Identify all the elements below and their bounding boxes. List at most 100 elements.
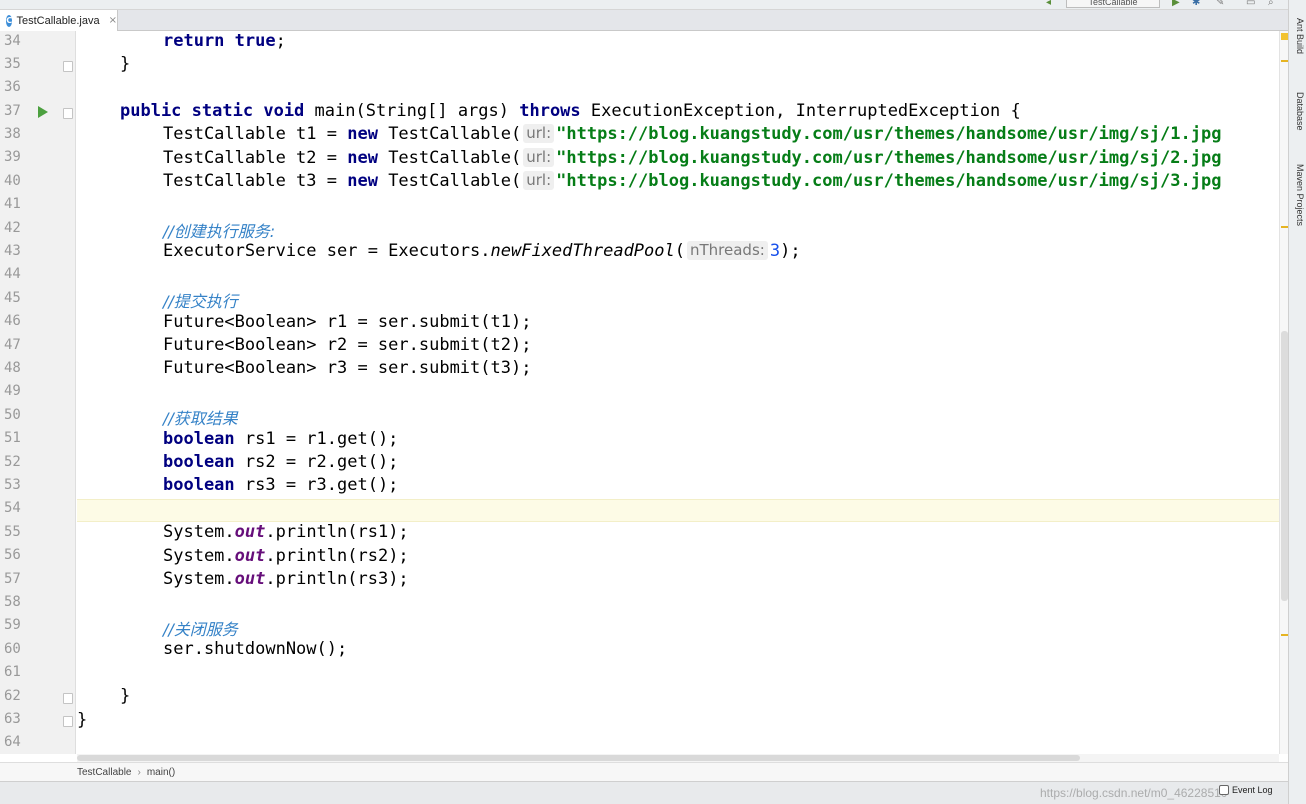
scrollbar-thumb[interactable] — [1281, 331, 1288, 601]
fold-end-icon[interactable] — [63, 693, 73, 704]
code-line-59: //关闭服务 — [163, 620, 238, 639]
code-line-63: } — [77, 710, 88, 730]
warning-marker[interactable] — [1281, 60, 1288, 62]
tool-tab-maven-projects[interactable]: Maven Projects — [1291, 164, 1305, 226]
event-log-icon — [1219, 785, 1229, 795]
tool-tab-ant-build[interactable]: Ant Build — [1291, 18, 1305, 54]
status-bar: https://blog.csdn.net/m0_46228510 Event … — [0, 781, 1288, 804]
code-line-55: System.out.println(rs1); — [163, 522, 409, 542]
run-gutter-icon[interactable] — [38, 106, 48, 118]
build-icon[interactable]: ◂ — [1046, 0, 1051, 8]
line-number: 35 — [4, 56, 21, 72]
code-line-46: Future<Boolean> r1 = ser.submit(t1); — [163, 312, 532, 332]
code-line-34: return true; — [163, 31, 286, 51]
search-icon[interactable]: ⌕ — [1268, 0, 1274, 8]
line-number: 56 — [4, 547, 21, 563]
vertical-scrollbar[interactable] — [1279, 31, 1288, 754]
line-number: 42 — [4, 220, 21, 236]
line-number: 54 — [4, 500, 21, 516]
code-line-50: //获取结果 — [163, 409, 238, 428]
parameter-hint: url: — [523, 124, 555, 143]
parameter-hint: nThreads: — [687, 241, 768, 260]
breadcrumb-item-class[interactable]: TestCallable — [77, 767, 131, 778]
line-number: 34 — [4, 33, 21, 49]
line-number: 45 — [4, 290, 21, 306]
line-number: 57 — [4, 571, 21, 587]
tab-label: TestCallable.java — [16, 14, 100, 27]
warning-status-icon[interactable] — [1281, 33, 1288, 40]
scrollbar-thumb[interactable] — [77, 755, 1080, 761]
line-number: 53 — [4, 477, 21, 493]
line-number: 55 — [4, 524, 21, 540]
code-line-53: boolean rs3 = r3.get(); — [163, 475, 399, 495]
chevron-right-icon: › — [137, 766, 141, 778]
line-number: 44 — [4, 266, 21, 282]
breadcrumb-item-method[interactable]: main() — [147, 767, 175, 778]
code-line-47: Future<Boolean> r2 = ser.submit(t2); — [163, 335, 532, 355]
code-line-43: ExecutorService ser = Executors.newFixed… — [163, 241, 801, 261]
tool-tab-database[interactable]: Database — [1291, 92, 1305, 131]
line-number: 41 — [4, 196, 21, 212]
line-number: 39 — [4, 149, 21, 165]
breadcrumb: TestCallable › main() — [0, 762, 1288, 781]
code-line-48: Future<Boolean> r3 = ser.submit(t3); — [163, 358, 532, 378]
tab-testcallable-java[interactable]: C TestCallable.java × — [0, 10, 118, 31]
top-toolbar: ◂ TestCallable ▶ ✱ ✎ ▭ ⌕ — [0, 0, 1306, 10]
line-number: 37 — [4, 103, 21, 119]
code-line-38: TestCallable t1 = new TestCallable(url: "… — [163, 124, 1222, 144]
code-editor[interactable]: return true; } public static void main(S… — [77, 31, 1279, 754]
line-number: 47 — [4, 337, 21, 353]
line-number: 58 — [4, 594, 21, 610]
line-number: 38 — [4, 126, 21, 142]
code-line-35: } — [120, 54, 131, 74]
run-config-selector[interactable]: TestCallable — [1066, 0, 1160, 8]
code-line-39: TestCallable t2 = new TestCallable(url: "… — [163, 148, 1222, 168]
event-log-label: Event Log — [1232, 785, 1273, 795]
fold-start-icon[interactable] — [63, 108, 73, 119]
java-class-icon: C — [6, 14, 13, 27]
right-tool-stripe: Ant Build Database Maven Projects — [1288, 0, 1306, 804]
run-icon[interactable]: ▶ — [1172, 0, 1180, 8]
code-line-60: ser.shutdownNow(); — [163, 639, 348, 659]
window-icon[interactable]: ▭ — [1246, 0, 1255, 8]
fold-end-icon[interactable] — [63, 61, 73, 72]
line-number: 52 — [4, 454, 21, 470]
code-line-56: System.out.println(rs2); — [163, 546, 409, 566]
line-number: 49 — [4, 383, 21, 399]
line-number: 43 — [4, 243, 21, 259]
line-number: 40 — [4, 173, 21, 189]
editor-tab-bar: C TestCallable.java × — [0, 10, 1288, 31]
line-number: 61 — [4, 664, 21, 680]
line-number: 36 — [4, 79, 21, 95]
close-icon[interactable]: × — [109, 15, 117, 26]
code-line-45: //提交执行 — [163, 292, 238, 311]
current-line-highlight — [77, 499, 1279, 522]
fold-end-icon[interactable] — [63, 716, 73, 727]
line-number: 63 — [4, 711, 21, 727]
settings-icon[interactable]: ✎ — [1216, 0, 1224, 8]
line-number: 62 — [4, 688, 21, 704]
line-number: 48 — [4, 360, 21, 376]
line-number: 64 — [4, 734, 21, 750]
code-line-62: } — [120, 686, 131, 706]
line-number: 60 — [4, 641, 21, 657]
watermark-text: https://blog.csdn.net/m0_46228510 — [1040, 786, 1228, 800]
code-line-42: //创建执行服务: — [163, 222, 276, 241]
event-log-button[interactable]: Event Log — [1219, 785, 1277, 795]
parameter-hint: url: — [523, 148, 555, 167]
code-line-51: boolean rs1 = r1.get(); — [163, 429, 399, 449]
horizontal-scrollbar[interactable] — [77, 754, 1279, 762]
debug-icon[interactable]: ✱ — [1192, 0, 1200, 8]
line-number: 50 — [4, 407, 21, 423]
code-line-57: System.out.println(rs3); — [163, 569, 409, 589]
code-line-52: boolean rs2 = r2.get(); — [163, 452, 399, 472]
code-line-37: public static void main(String[] args) t… — [120, 101, 1021, 121]
line-number: 46 — [4, 313, 21, 329]
code-line-40: TestCallable t3 = new TestCallable(url: "… — [163, 171, 1222, 191]
warning-marker[interactable] — [1281, 634, 1288, 636]
warning-marker[interactable] — [1281, 226, 1288, 228]
editor-gutter[interactable]: 34 35 36 37 38 39 40 41 42 43 44 45 46 4… — [0, 31, 76, 754]
parameter-hint: url: — [523, 171, 555, 190]
line-number: 59 — [4, 617, 21, 633]
line-number: 51 — [4, 430, 21, 446]
